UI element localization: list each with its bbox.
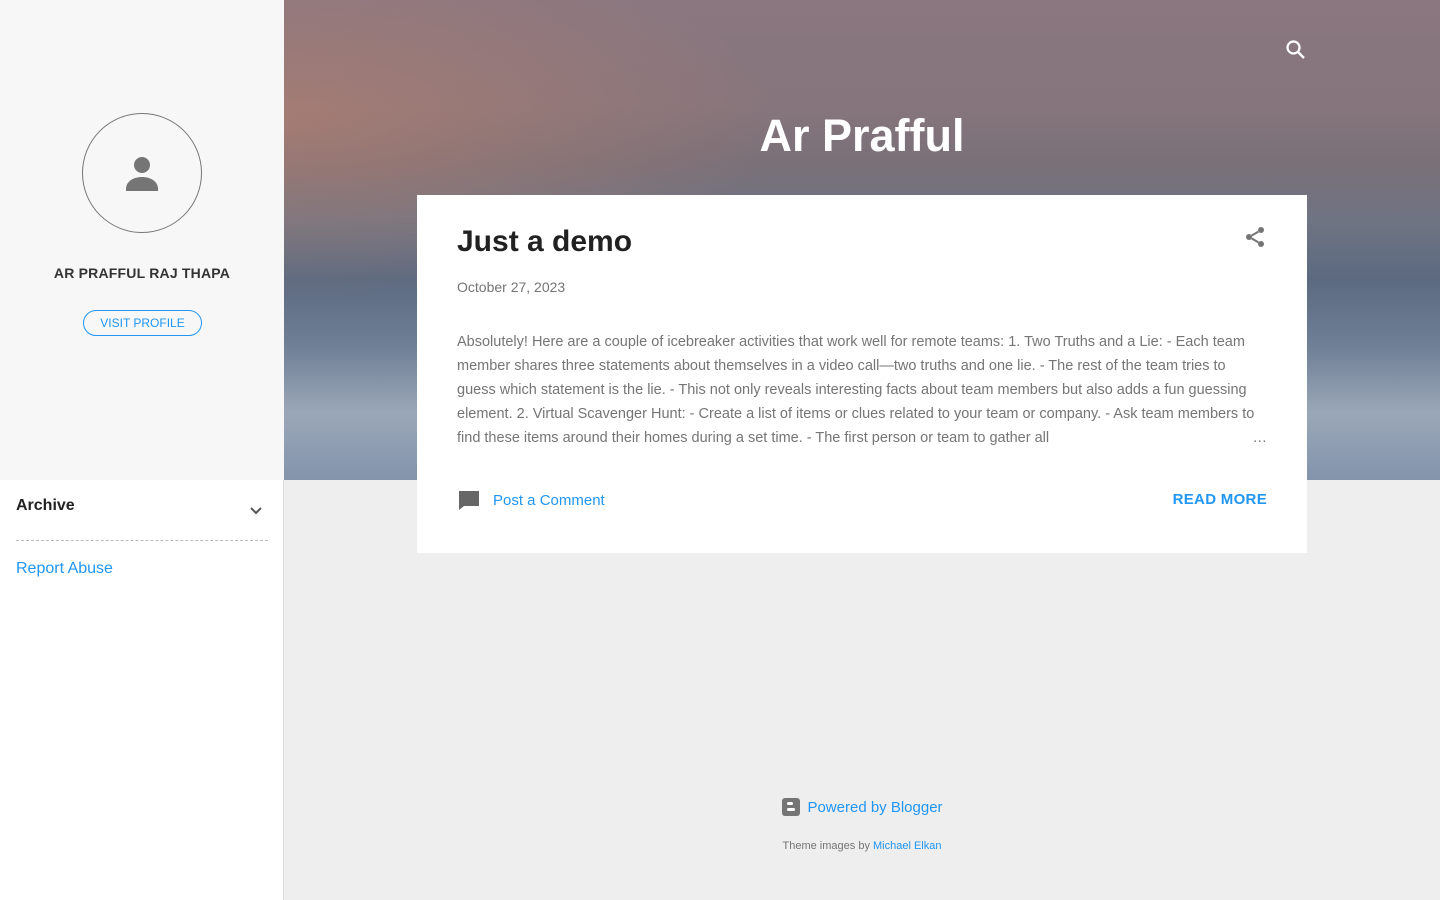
powered-by[interactable]: Powered by Blogger <box>284 797 1440 817</box>
sidebar: AR PRAFFUL RAJ THAPA VISIT PROFILE Archi… <box>0 0 284 900</box>
report-abuse-link[interactable]: Report Abuse <box>16 560 113 578</box>
blogger-icon <box>782 798 801 816</box>
theme-author-link[interactable]: Michael Elkan <box>873 840 941 852</box>
avatar[interactable] <box>82 113 202 233</box>
comment-icon <box>459 491 479 510</box>
share-icon[interactable] <box>1243 225 1267 249</box>
search-icon[interactable] <box>1284 38 1308 62</box>
person-icon <box>126 157 158 191</box>
visit-profile-button[interactable]: VISIT PROFILE <box>83 310 202 336</box>
chevron-down-icon[interactable] <box>244 498 268 522</box>
post-snippet-text: Absolutely! Here are a couple of icebrea… <box>457 334 1255 446</box>
theme-credit: Theme images by Michael Elkan <box>284 840 1440 852</box>
post-snippet: Absolutely! Here are a couple of icebrea… <box>457 330 1267 450</box>
post-title[interactable]: Just a demo <box>457 225 632 259</box>
archive-toggle[interactable]: Archive <box>16 497 268 541</box>
profile-section: AR PRAFFUL RAJ THAPA VISIT PROFILE <box>0 0 284 480</box>
post-comment-link[interactable]: Post a Comment <box>457 488 605 512</box>
archive-label: Archive <box>16 497 75 514</box>
blog-title[interactable]: Ar Prafful <box>284 110 1440 162</box>
snippet-ellipsis: … <box>1167 426 1267 450</box>
post-comment-label[interactable]: Post a Comment <box>493 492 605 509</box>
profile-name: AR PRAFFUL RAJ THAPA <box>53 265 231 281</box>
post-date[interactable]: October 27, 2023 <box>457 279 565 295</box>
read-more-link[interactable]: READ MORE <box>1173 491 1267 508</box>
post-card: Just a demo October 27, 2023 Absolutely!… <box>417 195 1307 553</box>
powered-by-label[interactable]: Powered by Blogger <box>807 799 942 816</box>
theme-credit-prefix: Theme images by <box>782 840 873 852</box>
